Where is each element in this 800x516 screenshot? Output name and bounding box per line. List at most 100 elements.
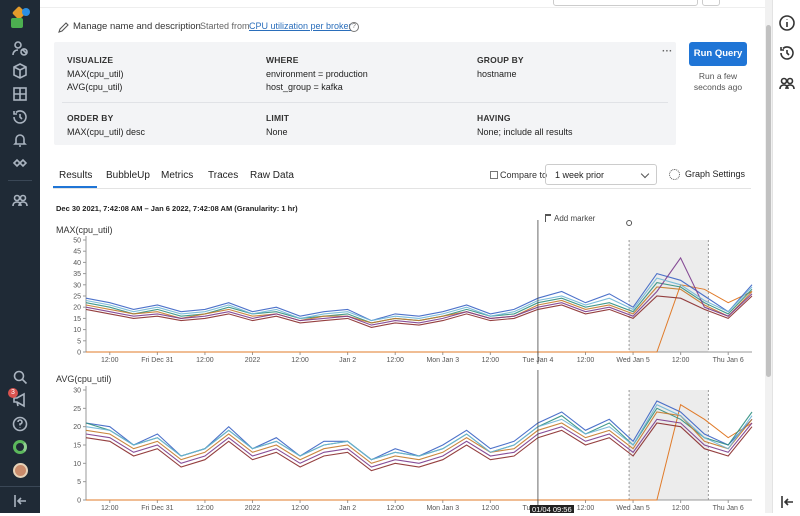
limit-value[interactable]: None (266, 126, 288, 139)
x-tick-label: Mon Jan 3 (426, 505, 459, 512)
visualize-item[interactable]: AVG(cpu_util) (67, 81, 122, 94)
query-divider (62, 102, 668, 103)
add-marker-label: Add marker (554, 214, 596, 223)
logo[interactable] (8, 5, 32, 32)
x-tick-label: 12:00 (577, 505, 595, 512)
tab-metrics[interactable]: Metrics (161, 170, 193, 181)
x-tick-label: 12:00 (101, 357, 119, 364)
where-label: WHERE (266, 55, 299, 65)
manage-name-link[interactable]: Manage name and description (73, 21, 201, 32)
run-query-button[interactable]: Run Query (689, 42, 747, 66)
cursor-time-label: 01/04 09:56 (530, 505, 574, 513)
compare-checkbox[interactable] (490, 171, 498, 179)
expand-panel-icon[interactable] (778, 493, 796, 511)
series-line (85, 272, 753, 322)
boards-icon[interactable] (10, 84, 30, 104)
x-tick-label: Wed Jan 5 (616, 357, 649, 364)
x-tick-label: Tue Jan 4 (522, 357, 553, 364)
gear-icon[interactable] (669, 169, 680, 180)
run-status: Run a few seconds ago (693, 71, 743, 92)
x-tick-label: 12:00 (196, 505, 214, 512)
history-icon[interactable] (778, 44, 796, 62)
team-icon[interactable] (10, 190, 30, 210)
collapse-nav-icon[interactable] (10, 491, 30, 511)
status-ring-icon[interactable] (10, 437, 30, 457)
chevron-down-icon (640, 169, 650, 179)
series-line (85, 277, 753, 322)
x-tick-label: Fri Dec 31 (141, 505, 173, 512)
tab-traces[interactable]: Traces (208, 170, 238, 181)
avatar[interactable] (10, 460, 30, 480)
scrollbar[interactable] (765, 0, 772, 513)
y-tick-label: 5 (77, 338, 81, 345)
query-icon[interactable] (10, 38, 30, 58)
compare-label: Compare to (500, 170, 548, 180)
pencil-icon[interactable] (57, 21, 69, 33)
top-search-box-edge[interactable] (553, 0, 698, 6)
x-tick-label: 12:00 (672, 357, 690, 364)
where-item[interactable]: host_group = kafka (266, 81, 343, 94)
triggers-icon[interactable] (10, 130, 30, 150)
series-line (85, 286, 753, 324)
x-tick-label: Jan 2 (339, 357, 356, 364)
y-tick-label: 20 (73, 424, 81, 431)
having-value[interactable]: None; include all results (477, 126, 573, 139)
x-tick-label: Wed Jan 5 (616, 505, 649, 512)
slo-icon[interactable] (10, 153, 30, 173)
visualize-item[interactable]: MAX(cpu_util) (67, 68, 124, 81)
series-line (85, 418, 753, 468)
y-tick-label: 25 (73, 294, 81, 301)
tab-results[interactable]: Results (59, 170, 92, 181)
x-tick-label: 12:00 (482, 357, 500, 364)
marker-handle (626, 220, 633, 226)
x-tick-label: Mon Jan 3 (426, 357, 459, 364)
search-icon[interactable] (10, 367, 30, 387)
y-tick-label: 0 (77, 498, 81, 505)
x-tick-label: Jan 2 (339, 505, 356, 512)
y-tick-label: 45 (73, 249, 81, 256)
selection-band (629, 390, 709, 500)
graph-settings-button[interactable]: Graph Settings (685, 169, 745, 179)
group-by-value[interactable]: hostname (477, 68, 517, 81)
tab-bubbleup[interactable]: BubbleUp (106, 170, 150, 181)
y-tick-label: 50 (73, 238, 81, 245)
time-range: Dec 30 2021, 7:42:08 AM – Jan 6 2022, 7:… (56, 204, 298, 213)
info-icon[interactable] (778, 14, 796, 32)
x-tick-label: Thu Jan 6 (713, 505, 744, 512)
series-line (85, 422, 753, 472)
group-by-label: GROUP BY (477, 55, 524, 65)
announcements-icon[interactable]: 3 (8, 388, 30, 410)
help-icon[interactable] (10, 414, 30, 434)
help-circle-icon[interactable]: ? (349, 22, 359, 32)
more-options-icon[interactable]: ··· (662, 46, 673, 57)
history-icon[interactable] (10, 107, 30, 127)
x-tick-label: 2022 (245, 357, 261, 364)
left-nav: 3 (0, 0, 40, 513)
compare-select[interactable]: 1 week prior (545, 164, 657, 185)
y-tick-label: 0 (77, 350, 81, 357)
x-tick-label: 12:00 (482, 505, 500, 512)
team-icon[interactable] (778, 74, 796, 92)
order-by-value[interactable]: MAX(cpu_util) desc (67, 126, 145, 139)
right-panel (772, 0, 800, 513)
x-tick-label: 12:00 (291, 505, 309, 512)
scrollbar-thumb[interactable] (766, 25, 771, 377)
y-tick-label: 10 (73, 327, 81, 334)
x-tick-label: 12:00 (196, 357, 214, 364)
x-tick-label: 12:00 (577, 357, 595, 364)
datasets-icon[interactable] (10, 61, 30, 81)
where-item[interactable]: environment = production (266, 68, 368, 81)
add-marker-button[interactable]: Add marker (545, 214, 595, 223)
tab-raw-data[interactable]: Raw Data (250, 170, 294, 181)
series-line (85, 407, 753, 461)
y-tick-label: 15 (73, 443, 81, 450)
selection-band (629, 240, 709, 352)
x-tick-label: 12:00 (386, 357, 404, 364)
series-line (85, 400, 753, 461)
main-content: Manage name and description Started from… (40, 0, 765, 513)
y-tick-label: 35 (73, 271, 81, 278)
x-tick-label: 2022 (245, 505, 261, 512)
top-button-edge[interactable] (702, 0, 720, 6)
series-line (86, 403, 753, 501)
started-from-link[interactable]: CPU utilization per broker (249, 21, 352, 31)
